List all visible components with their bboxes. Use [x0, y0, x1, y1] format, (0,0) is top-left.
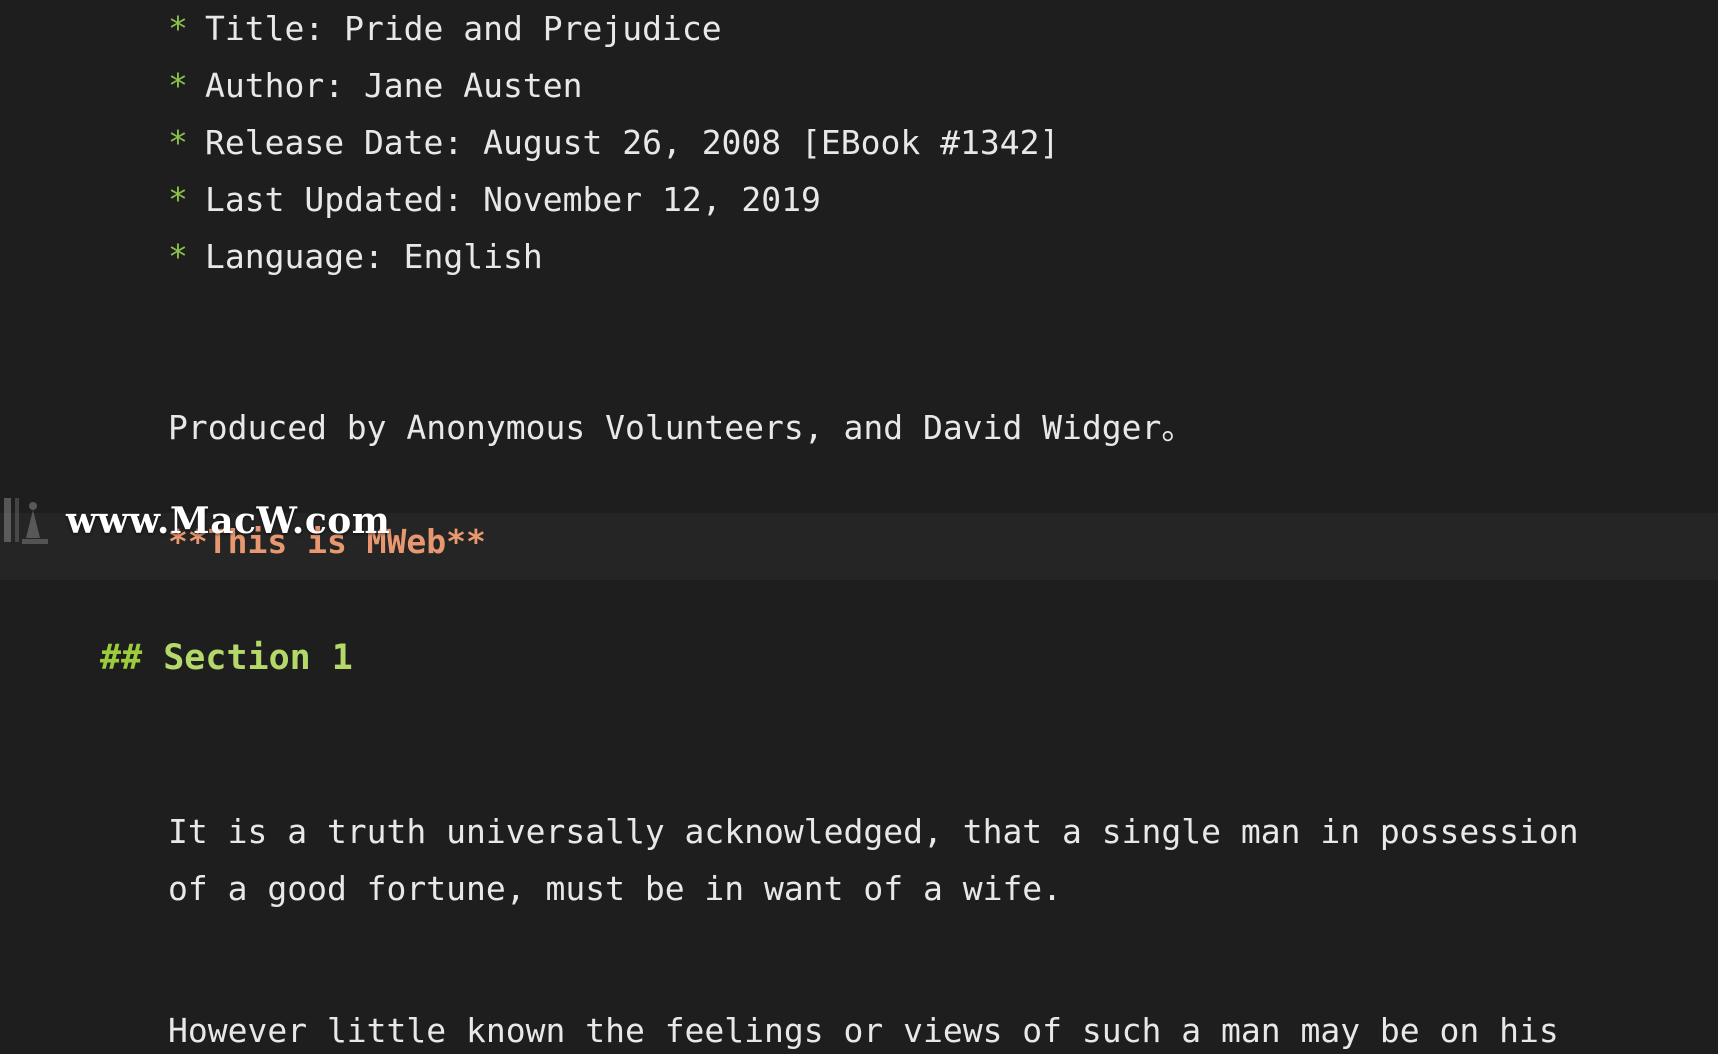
list-item-label: Author: Jane Austen	[205, 66, 583, 105]
list-item[interactable]: * Author: Jane Austen	[0, 57, 1718, 114]
paragraph-line[interactable]: of a good fortune, must be in want of a …	[0, 860, 1718, 917]
produced-by-text: Produced by Anonymous Volunteers, and Da…	[168, 408, 1195, 447]
blank-line[interactable]	[0, 285, 1718, 342]
produced-by-line[interactable]: Produced by Anonymous Volunteers, and Da…	[0, 399, 1718, 456]
heading-hash-marker: ##	[100, 638, 143, 678]
list-item-label: Last Updated: November 12, 2019	[205, 180, 821, 219]
blank-line[interactable]	[0, 917, 1718, 974]
list-item-label: Release Date: August 26, 2008 [EBook #13…	[205, 123, 1060, 162]
heading-label	[142, 627, 163, 689]
blank-line[interactable]	[0, 570, 1718, 627]
blank-line[interactable]	[0, 689, 1718, 746]
emphasis-line-text: **This is MWeb**	[168, 522, 486, 561]
paragraph-line[interactable]: It is a truth universally acknowledged, …	[0, 803, 1718, 860]
markdown-editor-canvas[interactable]: * Title: Pride and Prejudice * Author: J…	[0, 0, 1718, 1054]
list-item[interactable]: * Language: English	[0, 228, 1718, 285]
document-content[interactable]: * Title: Pride and Prejudice * Author: J…	[0, 0, 1718, 1054]
blank-line[interactable]	[0, 974, 1718, 1002]
metadata-list: * Title: Pride and Prejudice * Author: J…	[0, 0, 1718, 285]
bullet-asterisk-icon: *	[168, 123, 188, 162]
list-item[interactable]: * Last Updated: November 12, 2019	[0, 171, 1718, 228]
section-heading[interactable]: ## Section 1	[0, 627, 1718, 689]
list-item[interactable]: * Title: Pride and Prejudice	[0, 0, 1718, 57]
bullet-asterisk-icon: *	[168, 180, 188, 219]
heading-title: Section 1	[163, 638, 353, 678]
blank-line[interactable]	[0, 342, 1718, 399]
list-item-label: Language: English	[205, 237, 543, 276]
emphasis-line-row[interactable]: **This is MWeb**	[0, 513, 1718, 570]
list-item-label: Title: Pride and Prejudice	[205, 9, 722, 48]
paragraph-text: of a good fortune, must be in want of a …	[168, 869, 1063, 908]
paragraph-text: It is a truth universally acknowledged, …	[168, 812, 1579, 851]
paragraph-text: However little known the feelings or vie…	[168, 1011, 1559, 1050]
blank-line[interactable]	[0, 746, 1718, 803]
paragraph-line[interactable]: However little known the feelings or vie…	[0, 1002, 1718, 1054]
list-item[interactable]: * Release Date: August 26, 2008 [EBook #…	[0, 114, 1718, 171]
blank-line[interactable]	[0, 456, 1718, 513]
bullet-asterisk-icon: *	[168, 66, 188, 105]
bullet-asterisk-icon: *	[168, 9, 188, 48]
bullet-asterisk-icon: *	[168, 237, 188, 276]
